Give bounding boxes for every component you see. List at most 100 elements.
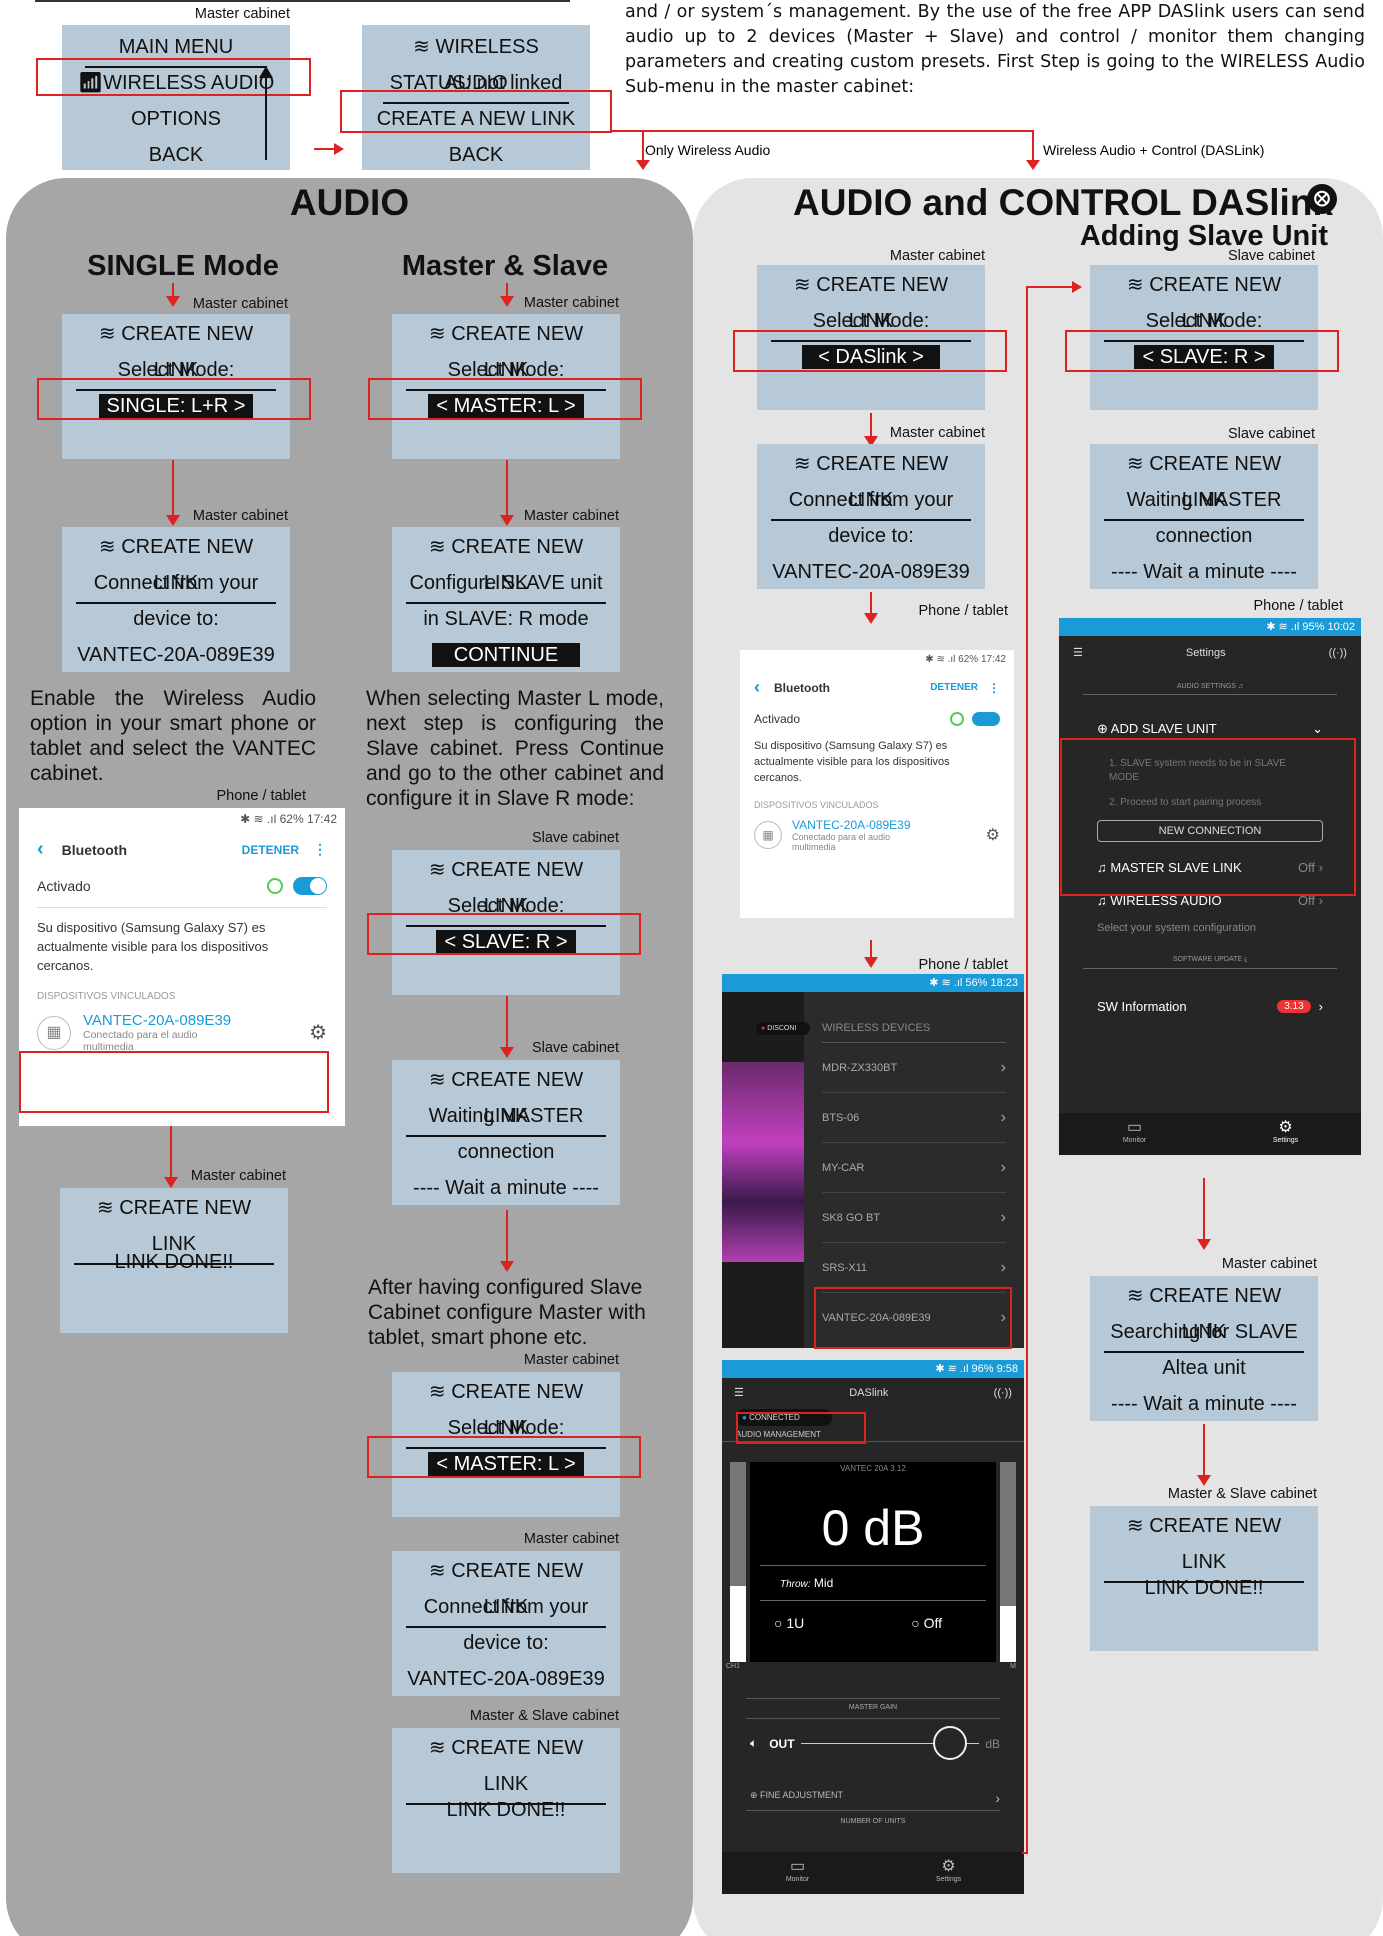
loading-icon	[950, 712, 964, 726]
list-item[interactable]: BTS-06 ›	[822, 1093, 1006, 1143]
cabinet-label: Master cabinet	[889, 248, 985, 264]
cabinet-label: Master cabinet	[1221, 1256, 1317, 1272]
status-bar: ✱ ≋ .ıl 96% 9:58	[722, 1360, 1024, 1378]
bt-toggle[interactable]	[972, 712, 1000, 726]
tab-monitor[interactable]: ▭ Monitor	[722, 1852, 873, 1894]
lcd-searching-slave: ≋ CREATE NEW LINK Searching for SLAVE Al…	[1090, 1276, 1318, 1421]
connector-top	[1026, 286, 1074, 288]
option-1u[interactable]: ○ 1U	[774, 1615, 804, 1631]
branch-left	[642, 130, 644, 162]
master-gain-label: MASTER GAIN	[848, 1704, 898, 1711]
wireless-icon: ((·))	[1328, 646, 1347, 659]
sw-info-row[interactable]: SW Information 3.13 ›	[1059, 969, 1361, 1014]
highlight-create-link	[340, 90, 612, 133]
list-item[interactable]: SRS-X11 ›	[822, 1243, 1006, 1293]
menu-item-back[interactable]: BACK	[362, 137, 590, 173]
cabinet-label: Slave cabinet	[1227, 248, 1315, 264]
m-label: M	[1010, 1663, 1016, 1670]
gear-icon[interactable]: ⚙	[986, 825, 1000, 845]
lcd-daslink-connect: ≋ CREATE NEW LINK Connect from your devi…	[757, 444, 985, 589]
lcd-ms-waiting: ≋ CREATE NEW LINK Waiting MASTER connect…	[392, 1060, 620, 1205]
menu-item-back[interactable]: BACK	[62, 137, 290, 173]
cabinet-label: Slave cabinet	[1227, 426, 1315, 442]
scroll-arrow-head	[259, 66, 273, 78]
lcd-ms-done: ≋ CREATE NEW LINK LINK DONE!!	[392, 1728, 620, 1873]
cabinet-label: Master cabinet	[192, 508, 288, 524]
tab-settings[interactable]: ⚙ Settings	[873, 1852, 1024, 1894]
level-panel: VANTEC 20A 3.12 0 dB Throw: Mid ○ 1U ○ O…	[750, 1462, 996, 1662]
branch-left-arrow	[636, 160, 650, 170]
device-icon: ▦	[754, 821, 782, 849]
page: and / or system´s management. By the use…	[0, 0, 1383, 1936]
bluetooth-screen-right: ✱ ≋ .ıl 62% 17:42 ‹ Bluetooth DETENER ⋮ …	[740, 650, 1014, 918]
cabinet-label: Slave cabinet	[531, 1040, 619, 1056]
branch-line	[612, 130, 1034, 132]
disconnected-badge: ● DISCONI	[756, 1022, 810, 1035]
highlight-vantec	[814, 1287, 1012, 1349]
gain-slider-row: 🔈︎ OUT dB	[750, 1726, 1000, 1760]
continue-button[interactable]: CONTINUE	[431, 643, 581, 667]
more-icon[interactable]: ⋮	[988, 681, 1000, 695]
menu-icon[interactable]: ☰	[734, 1386, 744, 1399]
arrow-right-line	[314, 148, 336, 150]
cabinet-label: Master & Slave cabinet	[1167, 1486, 1317, 1502]
sw-badge: 3.13	[1277, 1000, 1311, 1013]
master-cabinet-label: Master cabinet	[194, 6, 290, 22]
arrow-right-icon	[334, 143, 344, 155]
scroll-arrow-line	[265, 74, 267, 160]
level-meter-right	[1000, 1462, 1016, 1662]
highlight-mode	[367, 1436, 641, 1478]
menu-item-options[interactable]: OPTIONS	[62, 101, 290, 137]
cabinet-label: Master cabinet	[889, 425, 985, 441]
ms-instructions-2: After having configured Slave Cabinet co…	[368, 1276, 646, 1349]
wireless-control-label: Wireless Audio + Control (DASLink)	[1043, 142, 1265, 158]
menu-icon[interactable]: ☰	[1073, 646, 1083, 659]
list-item[interactable]: SK8 GO BT ›	[822, 1193, 1006, 1243]
lcd-control-done: ≋ CREATE NEW LINK LINK DONE!!	[1090, 1506, 1318, 1651]
back-icon[interactable]: ‹	[754, 677, 760, 698]
bt-device-row[interactable]: ▦ VANTEC-20A-089E39 Conectado para el au…	[740, 813, 1014, 857]
fine-adjustment[interactable]: ⊕ FINE ADJUSTMENT ›	[750, 1790, 1000, 1806]
bt-header: ‹ Bluetooth DETENER ⋮	[37, 838, 327, 861]
ms-instructions-1: When selecting Master L mode, next step …	[366, 687, 664, 810]
bt-toggle[interactable]	[293, 877, 327, 895]
software-update-label: SOFTWARE UPDATE ⤓	[1083, 956, 1337, 969]
stop-button[interactable]: DETENER	[930, 682, 978, 693]
option-off[interactable]: ○ Off	[911, 1615, 942, 1631]
stop-button[interactable]: DETENER	[242, 843, 299, 857]
arrow-down	[166, 283, 180, 307]
bt-visible-text: Su dispositivo (Samsung Galaxy S7) es ac…	[37, 920, 269, 973]
cabinet-label: Master cabinet	[523, 1352, 619, 1368]
highlight-mode	[367, 913, 641, 955]
list-item[interactable]: MY-CAR ›	[822, 1143, 1006, 1193]
more-icon[interactable]: ⋮	[313, 841, 327, 858]
single-instructions: Enable the Wireless Audio option in your…	[30, 687, 316, 785]
menu-title: ≋ WIRELESS AUDIO	[362, 29, 590, 104]
gear-icon[interactable]: ⚙	[309, 1020, 327, 1045]
master-slave-heading: Master & Slave	[401, 250, 609, 282]
cabinet-label: Master cabinet	[192, 296, 288, 312]
control-title: AUDIO and CONTROL DASlink	[793, 182, 1333, 223]
intro-paragraph: and / or system´s management. By the use…	[625, 2, 1365, 97]
back-icon[interactable]: ‹	[37, 838, 44, 861]
daslink-logo-icon: ⨂	[1307, 184, 1337, 214]
cabinet-label: Slave cabinet	[531, 830, 619, 846]
units-label: NUMBER OF UNITS	[840, 1818, 906, 1825]
select-config-text: Select your system configuration	[1097, 922, 1256, 934]
lcd-slave-waiting: ≋ CREATE NEW LINK Waiting MASTER connect…	[1090, 444, 1318, 589]
slider-handle[interactable]	[933, 1726, 968, 1760]
audio-title: AUDIO	[289, 182, 410, 223]
connector-line	[1026, 286, 1028, 1854]
lcd-ms-configure: ≋ CREATE NEW LINK Configure SLAVE unit i…	[392, 527, 620, 672]
lcd-single-connect: ≋ CREATE NEW LINK Connect from your devi…	[62, 527, 290, 672]
speaker-icon: 🔈︎	[750, 1736, 758, 1750]
add-slave-row[interactable]: ⊕ ADD SLAVE UNIT ⌄	[1059, 695, 1361, 737]
tab-settings[interactable]: ⚙ Settings	[1210, 1113, 1361, 1155]
branch-right	[1032, 130, 1034, 162]
list-item[interactable]: MDR-ZX330BT ›	[822, 1043, 1006, 1093]
only-wireless-label: Only Wireless Audio	[645, 142, 771, 158]
loading-icon	[267, 878, 283, 894]
tab-monitor[interactable]: ▭ Monitor	[1059, 1113, 1210, 1155]
gain-slider[interactable]	[800, 1726, 980, 1760]
options-row: ○ 1U ○ Off	[750, 1601, 996, 1645]
